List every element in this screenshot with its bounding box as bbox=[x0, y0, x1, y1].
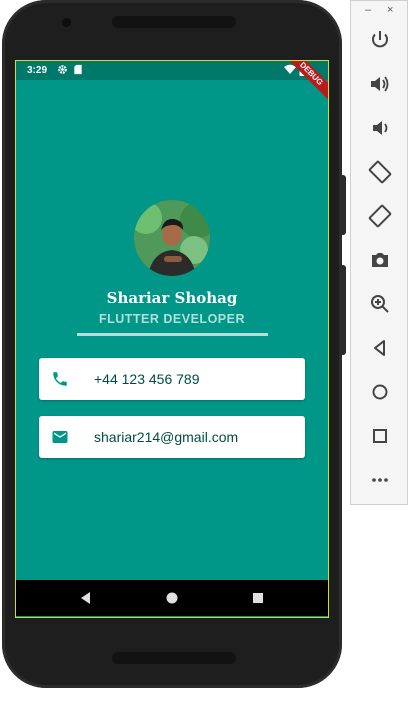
profile-name: Shariar Shohag bbox=[106, 289, 238, 307]
overview-icon[interactable] bbox=[368, 424, 392, 448]
back-icon[interactable] bbox=[368, 336, 392, 360]
profile-divider bbox=[77, 333, 268, 336]
volume-up-icon[interactable] bbox=[368, 72, 392, 96]
camera-icon[interactable] bbox=[368, 248, 392, 272]
profile-avatar bbox=[134, 200, 210, 276]
back-icon[interactable] bbox=[76, 588, 96, 608]
status-bar: 3:29 DEBUG bbox=[16, 61, 328, 103]
front-camera bbox=[62, 18, 71, 27]
more-icon[interactable] bbox=[368, 468, 392, 492]
sd-card-icon bbox=[74, 64, 82, 75]
avatar-photo bbox=[134, 200, 210, 276]
power-icon[interactable] bbox=[368, 28, 392, 52]
minimize-button[interactable]: – bbox=[365, 4, 371, 16]
email-card[interactable]: shariar214@gmail.com bbox=[39, 416, 305, 458]
phone-number: +44 123 456 789 bbox=[94, 371, 200, 387]
app-screen: 3:29 DEBUG Shariar Shohag FLUTTER DEVELO… bbox=[15, 60, 329, 618]
zoom-icon[interactable] bbox=[368, 292, 392, 316]
system-nav-bar bbox=[16, 580, 328, 616]
rotate-left-icon[interactable] bbox=[368, 160, 392, 184]
bottom-speaker bbox=[112, 652, 236, 664]
home-icon[interactable] bbox=[368, 380, 392, 404]
rotate-right-icon[interactable] bbox=[368, 204, 392, 228]
phone-card[interactable]: +44 123 456 789 bbox=[39, 358, 305, 400]
email-address: shariar214@gmail.com bbox=[94, 429, 239, 445]
email-icon bbox=[52, 431, 68, 443]
recents-icon[interactable] bbox=[248, 588, 268, 608]
earpiece-speaker bbox=[112, 16, 236, 28]
close-button[interactable]: × bbox=[387, 4, 393, 16]
gear-icon bbox=[58, 65, 67, 74]
status-time: 3:29 bbox=[27, 65, 48, 76]
volume-side-button bbox=[340, 265, 346, 355]
volume-down-icon[interactable] bbox=[368, 116, 392, 140]
emulator-toolbar: – × bbox=[350, 0, 408, 505]
profile-title: FLUTTER DEVELOPER bbox=[98, 312, 245, 326]
phone-icon bbox=[53, 372, 67, 386]
home-icon[interactable] bbox=[162, 588, 182, 608]
power-side-button bbox=[340, 175, 346, 235]
